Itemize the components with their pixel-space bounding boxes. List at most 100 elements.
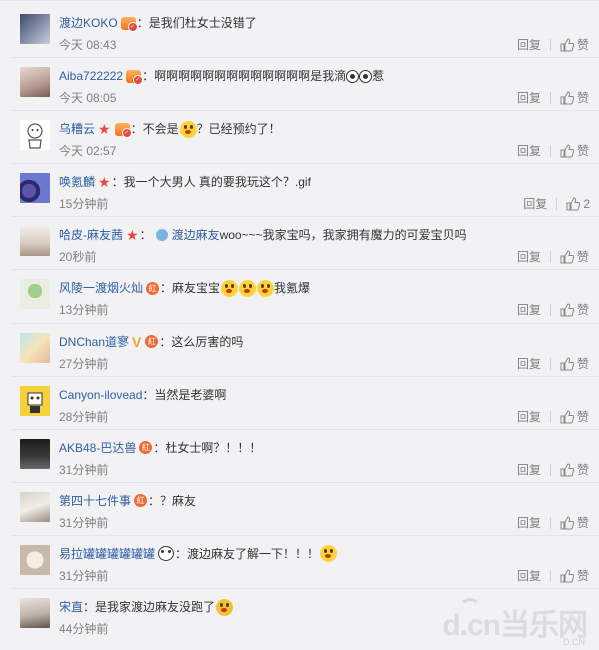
like-button[interactable]: 赞 (560, 516, 589, 530)
red-badge-icon: 紅 (145, 335, 159, 349)
verified-v-icon: V (132, 333, 142, 350)
like-button[interactable]: 赞 (560, 303, 589, 317)
reply-button[interactable]: 回复 (517, 144, 541, 158)
like-button[interactable]: 2 (566, 197, 590, 211)
comment-text: ：是我们杜女士没错了 (136, 16, 257, 30)
divider (549, 463, 551, 476)
reply-button[interactable]: 回复 (517, 410, 541, 424)
red-badge-icon: 紅 (146, 281, 160, 295)
like-button[interactable]: 赞 (560, 250, 589, 264)
surprised-emoji-icon (179, 120, 197, 138)
comment-username[interactable]: 第四十七件事 (59, 492, 131, 510)
comment-time: 13分钟前 (59, 303, 109, 318)
avatar[interactable] (20, 226, 50, 257)
comment-item: 乌糟云 ★ ✓ ：不会是 ？已经预约了！ 今天 02:57 回复 赞 (12, 111, 599, 165)
like-label: 赞 (576, 303, 589, 318)
comment-item: Aiba722222 ✓ ：啊啊啊啊啊啊啊啊啊啊啊啊啊是我滴 惹 今天 08:0… (12, 58, 599, 112)
cartoon-avatar-icon (27, 123, 43, 149)
comment-username[interactable]: 宋直 (59, 598, 83, 616)
reply-button[interactable]: 回复 (517, 91, 541, 105)
comment-text: ：啊啊啊啊啊啊啊啊啊啊啊啊啊是我滴 (142, 69, 347, 84)
avatar[interactable] (20, 438, 50, 469)
like-label: 赞 (576, 568, 589, 583)
reply-button[interactable]: 回复 (517, 463, 541, 477)
avatar[interactable] (20, 67, 50, 98)
comment-text: ：是我家渡边麻友没跑了 (83, 600, 216, 615)
avatar[interactable] (20, 544, 50, 575)
comment-username[interactable]: 唤氪麟 (59, 173, 95, 191)
comment-time: 15分钟前 (59, 197, 109, 212)
like-label: 赞 (576, 91, 589, 106)
shocked-emoji-icon (257, 279, 275, 297)
comment-username[interactable]: 风陵一渡烟火灿 (59, 279, 143, 297)
watermark-subtext: D.CN (563, 637, 585, 647)
like-button[interactable]: 赞 (560, 410, 589, 424)
like-button[interactable]: 赞 (560, 357, 589, 371)
avatar[interactable] (20, 14, 50, 44)
grinning-emoji-icon (320, 545, 338, 563)
comment-time: 31分钟前 (59, 568, 109, 583)
avatar[interactable] (20, 173, 50, 204)
like-button[interactable]: 赞 (560, 91, 589, 105)
reply-button[interactable]: 回复 (517, 250, 541, 264)
comment-item: 哈皮-麻友茜 ★ ： 渡边麻友 woo~~~我家宝吗，我家拥有魔力的可爱宝贝吗 … (12, 217, 599, 271)
avatar[interactable] (20, 385, 50, 416)
star-badge-icon: ★ (126, 227, 139, 244)
red-badge-icon: 紅 (134, 494, 148, 508)
comment-text-suffix: woo~~~我家宝吗，我家拥有魔力的可爱宝贝吗 (219, 228, 467, 243)
star-badge-icon: ★ (98, 174, 111, 191)
reply-button[interactable]: 回复 (517, 38, 541, 52)
like-button[interactable]: 赞 (560, 144, 589, 158)
like-button[interactable]: 赞 (560, 463, 589, 477)
avatar[interactable] (20, 332, 50, 363)
comment-username[interactable]: DNChan道寥 (59, 333, 129, 351)
comment-time: 今天 02:57 (59, 144, 117, 159)
comment-username[interactable]: 哈皮-麻友茜 (59, 226, 123, 244)
like-label: 赞 (576, 356, 589, 371)
reply-button[interactable]: 回复 (523, 197, 547, 211)
comment-text: ：这么厉害的吗 (159, 334, 244, 349)
divider (549, 92, 551, 105)
comment-time: 31分钟前 (59, 462, 109, 477)
comment-item: 易拉罐罐罐罐罐罐 ：渡边麻友了解一下！！！ 31分钟前 回复 赞 (12, 536, 599, 590)
like-label: 赞 (576, 462, 589, 477)
like-button[interactable]: 赞 (560, 38, 589, 52)
avatar[interactable] (20, 279, 50, 310)
divider (549, 251, 551, 264)
comment-item: 第四十七件事 紅 ：？麻友 31分钟前 回复 赞 (12, 483, 599, 536)
avatar[interactable] (20, 120, 50, 151)
thumbs-up-icon (560, 357, 574, 371)
reply-to-username[interactable]: 渡边麻友 (172, 226, 220, 244)
comment-text-suffix: 惹 (372, 69, 385, 84)
comment-username[interactable]: Canyon-ilovead (59, 386, 142, 404)
avatar[interactable] (20, 598, 50, 629)
reply-avatar-icon (155, 229, 168, 242)
comment-username[interactable]: Aiba722222 (59, 67, 123, 85)
comment-item: AKB48-巴达兽 紅 ：杜女士啊？！！！ 31分钟前 回复 赞 (12, 430, 599, 483)
thumbs-up-icon (560, 38, 574, 52)
comment-username[interactable]: 乌糟云 (59, 120, 95, 138)
vip-icon: ✓ (120, 16, 138, 32)
thumbs-up-icon (560, 410, 574, 424)
comment-item: 唤氪麟 ★ ：我一个大男人 真的要我玩这个？.gif 15分钟前 回复 2 (12, 164, 599, 218)
comment-username[interactable]: 渡边KOKO (59, 14, 118, 32)
reply-button[interactable]: 回复 (517, 516, 541, 530)
divider (549, 569, 551, 582)
like-button[interactable]: 赞 (560, 569, 589, 583)
shocked-emoji-icon (239, 279, 257, 297)
comment-username[interactable]: AKB48-巴达兽 (59, 439, 136, 457)
comment-item: DNChan道寥 V 紅 ：这么厉害的吗 27分钟前 回复 赞 (12, 324, 599, 377)
comment-text-suffix: 我氪爆 (274, 281, 311, 296)
thumbs-up-icon (560, 250, 574, 264)
crying-emoji-icon (216, 598, 234, 616)
comment-text: ：杜女士啊？！！！ (153, 440, 262, 455)
vip-icon: ✓ (114, 122, 132, 138)
reply-button[interactable]: 回复 (517, 357, 541, 371)
like-label: 赞 (576, 250, 589, 265)
comment-username[interactable]: 易拉罐罐罐罐罐罐 (59, 545, 155, 563)
reply-button[interactable]: 回复 (517, 303, 541, 317)
avatar[interactable] (20, 491, 50, 522)
star-badge-icon: ★ (98, 121, 111, 138)
shocked-emoji-icon (221, 279, 239, 297)
reply-button[interactable]: 回复 (517, 569, 541, 583)
